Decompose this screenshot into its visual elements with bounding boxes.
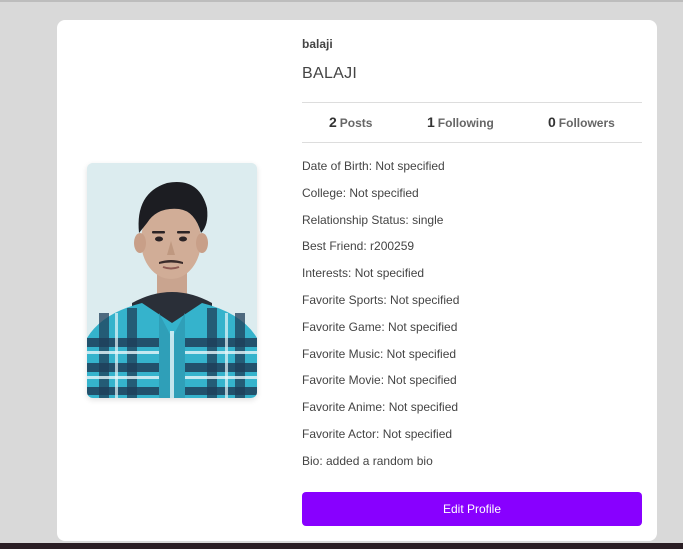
- following-stat[interactable]: 1 Following: [427, 114, 494, 130]
- profile-details: Date of Birth: Not specified College: No…: [302, 159, 642, 481]
- profile-stats: 2 Posts 1 Following 0 Followers: [302, 102, 642, 143]
- following-count: 1: [427, 114, 435, 130]
- detail-favorite-sports: Favorite Sports: Not specified: [302, 292, 460, 307]
- following-label: Following: [437, 116, 494, 130]
- detail-bio: Bio: added a random bio: [302, 453, 433, 468]
- posts-count: 2: [329, 114, 337, 130]
- detail-favorite-anime: Favorite Anime: Not specified: [302, 400, 459, 415]
- followers-count: 0: [548, 114, 556, 130]
- profile-photo: [87, 163, 257, 398]
- bottom-edge: [0, 543, 683, 549]
- detail-favorite-actor: Favorite Actor: Not specified: [302, 426, 453, 441]
- detail-best-friend: Best Friend: r200259: [302, 239, 415, 254]
- username: balaji: [302, 37, 333, 51]
- detail-relationship-status: Relationship Status: single: [302, 212, 444, 227]
- followers-stat[interactable]: 0 Followers: [548, 114, 615, 130]
- detail-favorite-music: Favorite Music: Not specified: [302, 346, 457, 361]
- posts-label: Posts: [339, 116, 373, 130]
- detail-college: College: Not specified: [302, 185, 419, 200]
- profile-card: balaji BALAJI 2 Posts 1 Following 0 Followe…: [57, 20, 657, 541]
- full-name: BALAJI: [302, 65, 358, 82]
- detail-date-of-birth: Date of Birth: Not specified: [302, 159, 445, 173]
- detail-interests: Interests: Not specified: [302, 266, 425, 281]
- followers-label: Followers: [558, 116, 615, 130]
- edit-profile-button[interactable]: Edit Profile: [302, 492, 642, 526]
- detail-favorite-game: Favorite Game: Not specified: [302, 319, 458, 334]
- posts-stat[interactable]: 2 Posts: [329, 114, 372, 130]
- detail-favorite-movie: Favorite Movie: Not specified: [302, 373, 457, 388]
- top-edge: [0, 0, 683, 2]
